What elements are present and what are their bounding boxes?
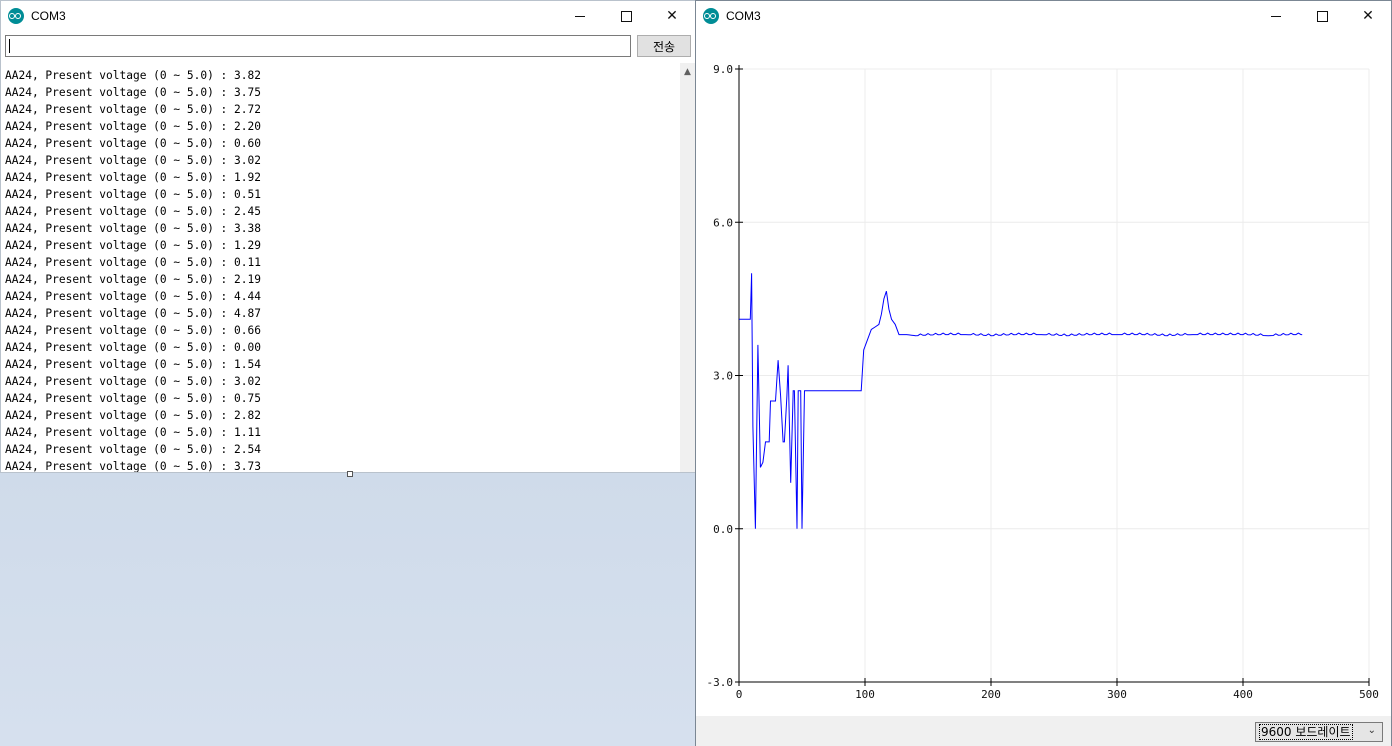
maximize-icon <box>620 10 632 22</box>
close-icon: ✕ <box>666 8 678 24</box>
plotter-footer: 9600 보드레이트 ⌄ <box>696 716 1391 746</box>
x-tick-label: 400 <box>1233 688 1253 701</box>
chevron-down-icon: ⌄ <box>1367 725 1376 736</box>
output-line: AA24, Present voltage (0 ~ 5.0) : 0.60 <box>5 137 261 150</box>
x-tick-label: 0 <box>736 688 743 701</box>
output-line: AA24, Present voltage (0 ~ 5.0) : 2.72 <box>5 103 261 116</box>
arduino-logo-icon <box>8 8 24 24</box>
x-tick-label: 500 <box>1359 688 1379 701</box>
resize-handle[interactable] <box>347 471 353 477</box>
monitor-titlebar[interactable]: COM3 ✕ <box>1 1 695 31</box>
maximize-icon <box>1316 10 1328 22</box>
maximize-button[interactable] <box>603 1 649 31</box>
plot-area: -3.0 0.0 3.0 6.0 9.0 0 100 200 300 400 500 <box>696 31 1391 716</box>
baud-rate-select[interactable]: 9600 보드레이트 ⌄ <box>1255 722 1383 742</box>
output-line: AA24, Present voltage (0 ~ 5.0) : 2.45 <box>5 205 261 218</box>
output-line: AA24, Present voltage (0 ~ 5.0) : 1.29 <box>5 239 261 252</box>
minimize-icon <box>1271 15 1281 17</box>
minimize-button[interactable] <box>1253 1 1299 31</box>
output-line: AA24, Present voltage (0 ~ 5.0) : 3.02 <box>5 375 261 388</box>
scroll-up-icon[interactable]: ▲ <box>680 63 695 80</box>
y-tick-label: 9.0 <box>713 63 733 76</box>
output-line: AA24, Present voltage (0 ~ 5.0) : 3.02 <box>5 154 261 167</box>
x-tick-label: 100 <box>855 688 875 701</box>
output-line: AA24, Present voltage (0 ~ 5.0) : 0.66 <box>5 324 261 337</box>
monitor-title: COM3 <box>31 9 66 23</box>
output-line: AA24, Present voltage (0 ~ 5.0) : 0.75 <box>5 392 261 405</box>
output-line: AA24, Present voltage (0 ~ 5.0) : 3.75 <box>5 86 261 99</box>
x-tick-label: 200 <box>981 688 1001 701</box>
y-tick-label: -3.0 <box>707 676 734 689</box>
output-scrollbar[interactable]: ▲ <box>680 63 695 472</box>
output-line: AA24, Present voltage (0 ~ 5.0) : 0.11 <box>5 256 261 269</box>
y-tick-label: 6.0 <box>713 216 733 229</box>
output-line: AA24, Present voltage (0 ~ 5.0) : 4.44 <box>5 290 261 303</box>
serial-monitor-window: COM3 ✕ 전송 AA24, Present voltage (0 ~ 5.0… <box>0 0 696 473</box>
output-line: AA24, Present voltage (0 ~ 5.0) : 2.82 <box>5 409 261 422</box>
plotter-titlebar[interactable]: COM3 ✕ <box>696 1 1391 31</box>
output-line: AA24, Present voltage (0 ~ 5.0) : 3.38 <box>5 222 261 235</box>
x-tick-label: 300 <box>1107 688 1127 701</box>
close-button[interactable]: ✕ <box>1345 1 1391 31</box>
text-caret <box>9 39 10 53</box>
output-line: AA24, Present voltage (0 ~ 5.0) : 2.54 <box>5 443 261 456</box>
output-line: AA24, Present voltage (0 ~ 5.0) : 1.11 <box>5 426 261 439</box>
arduino-logo-icon <box>703 8 719 24</box>
maximize-button[interactable] <box>1299 1 1345 31</box>
plotter-title: COM3 <box>726 9 761 23</box>
y-tick-label: 0.0 <box>713 523 733 536</box>
send-button[interactable]: 전송 <box>637 35 691 57</box>
serial-plotter-window: COM3 ✕ -3.0 0.0 3.0 6.0 9.0 0 100 200 300 400 500 … <box>695 0 1392 746</box>
minimize-icon <box>575 15 585 17</box>
minimize-button[interactable] <box>557 1 603 31</box>
output-line: AA24, Present voltage (0 ~ 5.0) : 3.73 <box>5 460 261 472</box>
baud-rate-value: 9600 보드레이트 <box>1259 724 1353 740</box>
close-icon: ✕ <box>1362 8 1374 24</box>
voltage-chart: -3.0 0.0 3.0 6.0 9.0 0 100 200 300 400 500 <box>707 63 1379 701</box>
output-line: AA24, Present voltage (0 ~ 5.0) : 3.82 <box>5 69 261 82</box>
output-line: AA24, Present voltage (0 ~ 5.0) : 1.54 <box>5 358 261 371</box>
output-line: AA24, Present voltage (0 ~ 5.0) : 0.00 <box>5 341 261 354</box>
series-line <box>739 273 1303 529</box>
output-line: AA24, Present voltage (0 ~ 5.0) : 1.92 <box>5 171 261 184</box>
close-button[interactable]: ✕ <box>649 1 695 31</box>
y-tick-label: 3.0 <box>713 370 733 383</box>
send-input[interactable] <box>5 35 631 57</box>
desktop-background <box>0 473 695 746</box>
output-line: AA24, Present voltage (0 ~ 5.0) : 0.51 <box>5 188 261 201</box>
output-line: AA24, Present voltage (0 ~ 5.0) : 4.87 <box>5 307 261 320</box>
serial-output[interactable]: AA24, Present voltage (0 ~ 5.0) : 3.82 AA… <box>2 63 679 472</box>
output-line: AA24, Present voltage (0 ~ 5.0) : 2.20 <box>5 120 261 133</box>
output-line: AA24, Present voltage (0 ~ 5.0) : 2.19 <box>5 273 261 286</box>
